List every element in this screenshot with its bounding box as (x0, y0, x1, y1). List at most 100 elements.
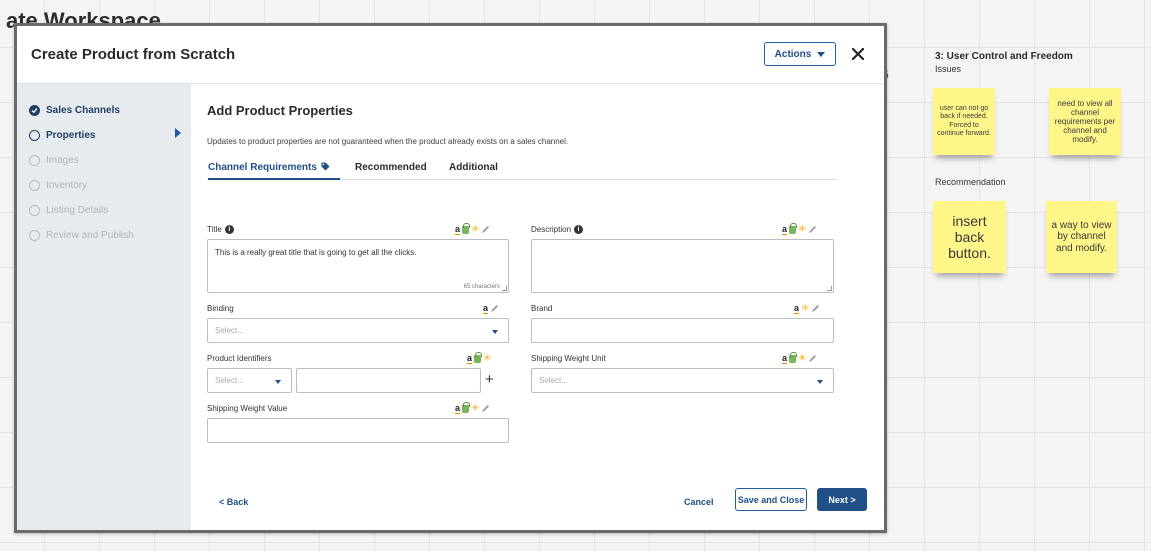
chevron-down-icon (275, 380, 281, 384)
actions-label: Actions (774, 48, 812, 60)
tab-recommended[interactable]: Recommended (355, 160, 427, 180)
close-icon (852, 48, 864, 60)
modal-title: Create Product from Scratch (31, 46, 236, 63)
description-label: Description i (531, 225, 584, 234)
check-circle-icon (29, 104, 40, 116)
step-properties[interactable]: Properties (29, 127, 95, 143)
amazon-icon: a (483, 303, 489, 314)
pencil-icon[interactable] (808, 350, 817, 368)
step-label: Images (46, 154, 79, 166)
step-label: Properties (46, 129, 96, 141)
pending-step-circle-icon (29, 179, 40, 191)
identifier-type-select[interactable]: Select... (207, 368, 292, 393)
notes-heading: 3: User Control and Freedom (935, 51, 1073, 62)
binding-label-text: Binding (207, 304, 234, 313)
step-images: Images (29, 152, 79, 168)
channel-icons: a ✳ (467, 352, 492, 365)
tag-icon (321, 162, 330, 171)
current-step-circle-icon (29, 129, 40, 141)
step-sales-channels[interactable]: Sales Channels (29, 102, 120, 118)
wizard-content: Add Product Properties Updates to produc… (191, 84, 884, 530)
current-step-arrow-icon (175, 128, 181, 138)
info-icon[interactable]: i (224, 225, 234, 234)
walmart-spark-icon: ✳ (471, 403, 480, 414)
modal-header: Create Product from Scratch Actions (17, 26, 884, 84)
channel-icons: a ✳ (455, 221, 490, 239)
pending-step-circle-icon (29, 229, 40, 241)
pencil-icon[interactable] (481, 221, 490, 239)
pending-step-circle-icon (29, 154, 40, 166)
add-identifier-button[interactable]: + (485, 372, 494, 387)
shipping-weight-value-label-text: Shipping Weight Value (207, 404, 288, 413)
step-label: Inventory (46, 179, 88, 191)
resize-handle-icon[interactable] (827, 286, 832, 291)
brand-label: Brand (531, 304, 552, 313)
channel-icons: a ✳ (455, 400, 490, 418)
chevron-down-icon (492, 330, 498, 334)
tab-channel-requirements[interactable]: Channel Requirements (208, 160, 340, 180)
info-icon[interactable]: i (574, 225, 584, 234)
shipping-weight-unit-label: Shipping Weight Unit (531, 354, 606, 363)
amazon-icon: a (782, 353, 788, 364)
binding-placeholder: Select... (215, 326, 244, 335)
tab-label: Channel Requirements (208, 162, 317, 173)
binding-label: Binding (207, 304, 234, 313)
next-button[interactable]: Next > (817, 488, 867, 511)
pencil-icon[interactable] (481, 400, 490, 418)
pencil-icon[interactable] (811, 300, 820, 318)
identifier-value-input[interactable] (296, 368, 481, 393)
shipping-weight-value-input[interactable] (207, 418, 509, 443)
shopify-icon (462, 223, 471, 234)
shopify-icon (789, 223, 798, 234)
amazon-icon: a (455, 224, 461, 235)
resize-handle-icon[interactable] (502, 286, 507, 291)
product-identifiers-label: Product Identifiers (207, 354, 271, 363)
channel-icons: a ✳ (782, 350, 817, 368)
walmart-spark-icon: ✳ (798, 224, 807, 235)
channel-icons: a ✳ (794, 303, 820, 315)
sticky-note: need to view all channel requirements pe… (1049, 88, 1121, 155)
amazon-icon: a (455, 403, 461, 414)
title-label: Title i (207, 225, 234, 234)
back-button[interactable]: < Back (219, 497, 248, 507)
pencil-icon[interactable] (490, 300, 499, 318)
channel-icons: a ✳ (782, 221, 817, 239)
step-label: Sales Channels (46, 104, 120, 116)
amazon-icon: a (467, 353, 473, 364)
chevron-down-icon (817, 51, 826, 57)
close-button[interactable] (847, 42, 869, 66)
sticky-note: user can not go back if needed. Forced t… (933, 88, 995, 155)
tab-label: Recommended (355, 162, 427, 173)
step-listing-details: Listing Details (29, 202, 108, 218)
chevron-down-icon (817, 380, 823, 384)
cancel-button[interactable]: Cancel (684, 497, 714, 507)
amazon-icon: a (794, 303, 800, 314)
title-char-count: 65 characters (463, 284, 500, 290)
recommendation-label: Recommendation (935, 177, 1006, 187)
walmart-spark-icon: ✳ (483, 353, 492, 364)
property-tabs: Channel Requirements Recommended Additio… (207, 160, 837, 180)
actions-button[interactable]: Actions (764, 42, 836, 66)
step-inventory: Inventory (29, 177, 87, 193)
step-label: Listing Details (46, 204, 109, 216)
walmart-spark-icon: ✳ (801, 303, 810, 314)
shipping-weight-unit-select[interactable]: Select... (531, 368, 834, 393)
sticky-note: a way to view by channel and modify. (1046, 201, 1117, 273)
title-textarea[interactable]: This is a really great title that is goi… (207, 239, 509, 293)
title-value: This is a really great title that is goi… (215, 248, 417, 257)
amazon-icon: a (782, 224, 788, 235)
description-textarea[interactable] (531, 239, 834, 293)
identifier-type-placeholder: Select... (215, 376, 244, 385)
save-and-close-button[interactable]: Save and Close (735, 488, 807, 511)
walmart-spark-icon: ✳ (798, 353, 807, 364)
title-label-text: Title (207, 225, 222, 234)
brand-input[interactable] (531, 318, 834, 343)
shipping-weight-unit-label-text: Shipping Weight Unit (531, 354, 606, 363)
tab-additional[interactable]: Additional (449, 160, 498, 180)
page-title: Add Product Properties (207, 103, 353, 118)
product-identifiers-label-text: Product Identifiers (207, 354, 272, 363)
shopify-icon (474, 352, 483, 363)
create-product-modal: Create Product from Scratch Actions Sale… (14, 23, 887, 533)
pencil-icon[interactable] (808, 221, 817, 239)
binding-select[interactable]: Select... (207, 318, 509, 343)
